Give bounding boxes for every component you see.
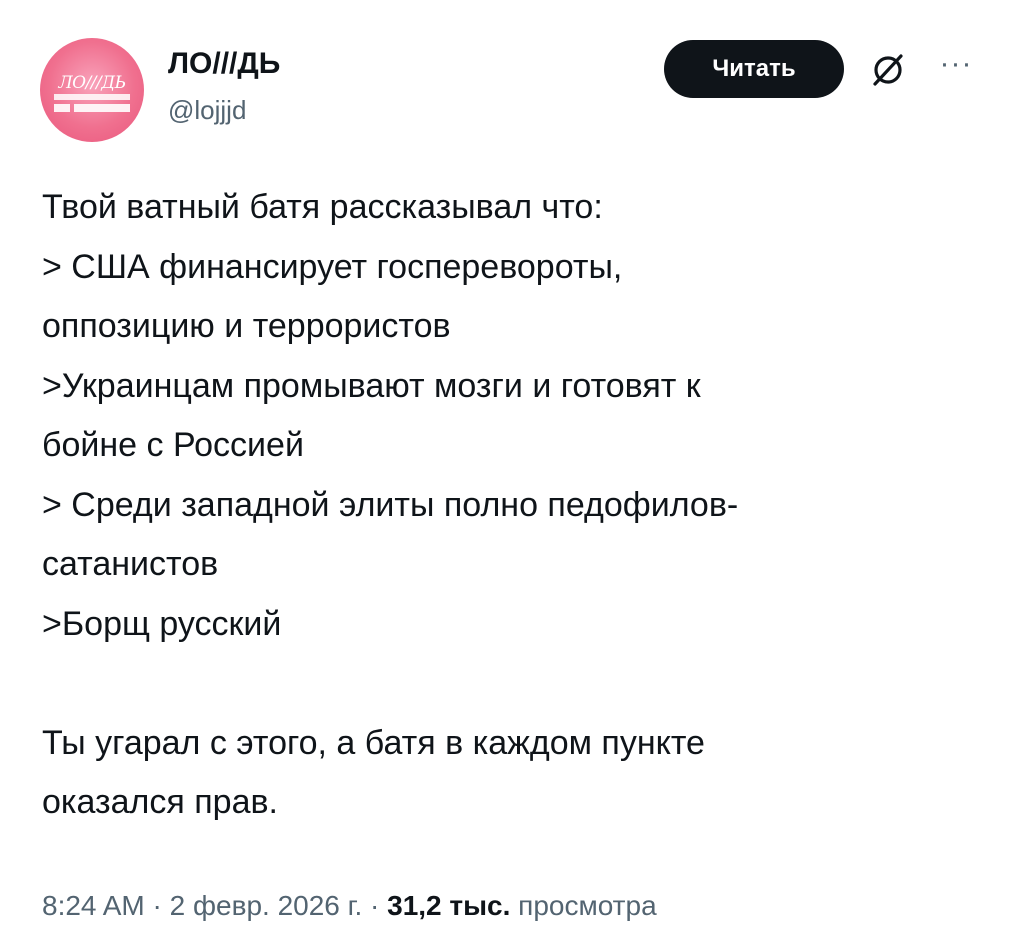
post-line: > США финансирует госперевороты,: [42, 247, 623, 286]
author-handle[interactable]: @lojjjd: [168, 94, 246, 126]
avatar-logo-stripe-2: [74, 104, 130, 112]
views-label: просмотра: [518, 890, 657, 921]
meta-separator: ·: [370, 890, 380, 921]
grok-icon-svg: [873, 54, 903, 86]
post-line: бойне с Россией: [42, 426, 304, 464]
post-line: >Борщ русский: [42, 604, 282, 643]
post-date[interactable]: 2 февр. 2026 г.: [170, 890, 363, 921]
avatar[interactable]: ЛО///ДЬ: [40, 38, 144, 142]
author-display-name[interactable]: ЛО///ДЬ: [168, 46, 280, 82]
post-closing-line: Ты угарал с этого, а батя в каждом пункт…: [42, 723, 705, 762]
avatar-logo-bar: [54, 104, 70, 112]
read-button[interactable]: Читать: [664, 40, 844, 98]
post-closing-line: оказался прав.: [42, 783, 278, 821]
post-line: >Украинцам промывают мозги и готовят к: [42, 366, 701, 405]
post-line: Твой ватный батя рассказывал что:: [42, 188, 603, 226]
post-header: ЛО///ДЬ ЛО///ДЬ @lojjjd Читать ···: [40, 38, 990, 148]
avatar-logo-text: ЛО///ДЬ: [58, 73, 126, 93]
grok-icon[interactable]: [868, 50, 908, 90]
post-meta: 8:24 AM · 2 февр. 2026 г. · 31,2 тыс. пр…: [42, 888, 657, 924]
post-text: Твой ватный батя рассказывал что: > США …: [42, 178, 982, 833]
post-line: сатанистов: [42, 545, 219, 583]
post-time[interactable]: 8:24 AM: [42, 890, 145, 921]
views-count[interactable]: 31,2 тыс.: [387, 890, 510, 921]
post-line: > Среди западной элиты полно педофилов-: [42, 485, 739, 524]
meta-separator: ·: [152, 890, 162, 921]
avatar-logo-stripe: [54, 94, 130, 100]
more-options-icon[interactable]: ···: [936, 49, 976, 79]
post-line: оппозицию и террористов: [42, 307, 451, 345]
post: ЛО///ДЬ ЛО///ДЬ @lojjjd Читать ··· Твой …: [0, 0, 1024, 935]
